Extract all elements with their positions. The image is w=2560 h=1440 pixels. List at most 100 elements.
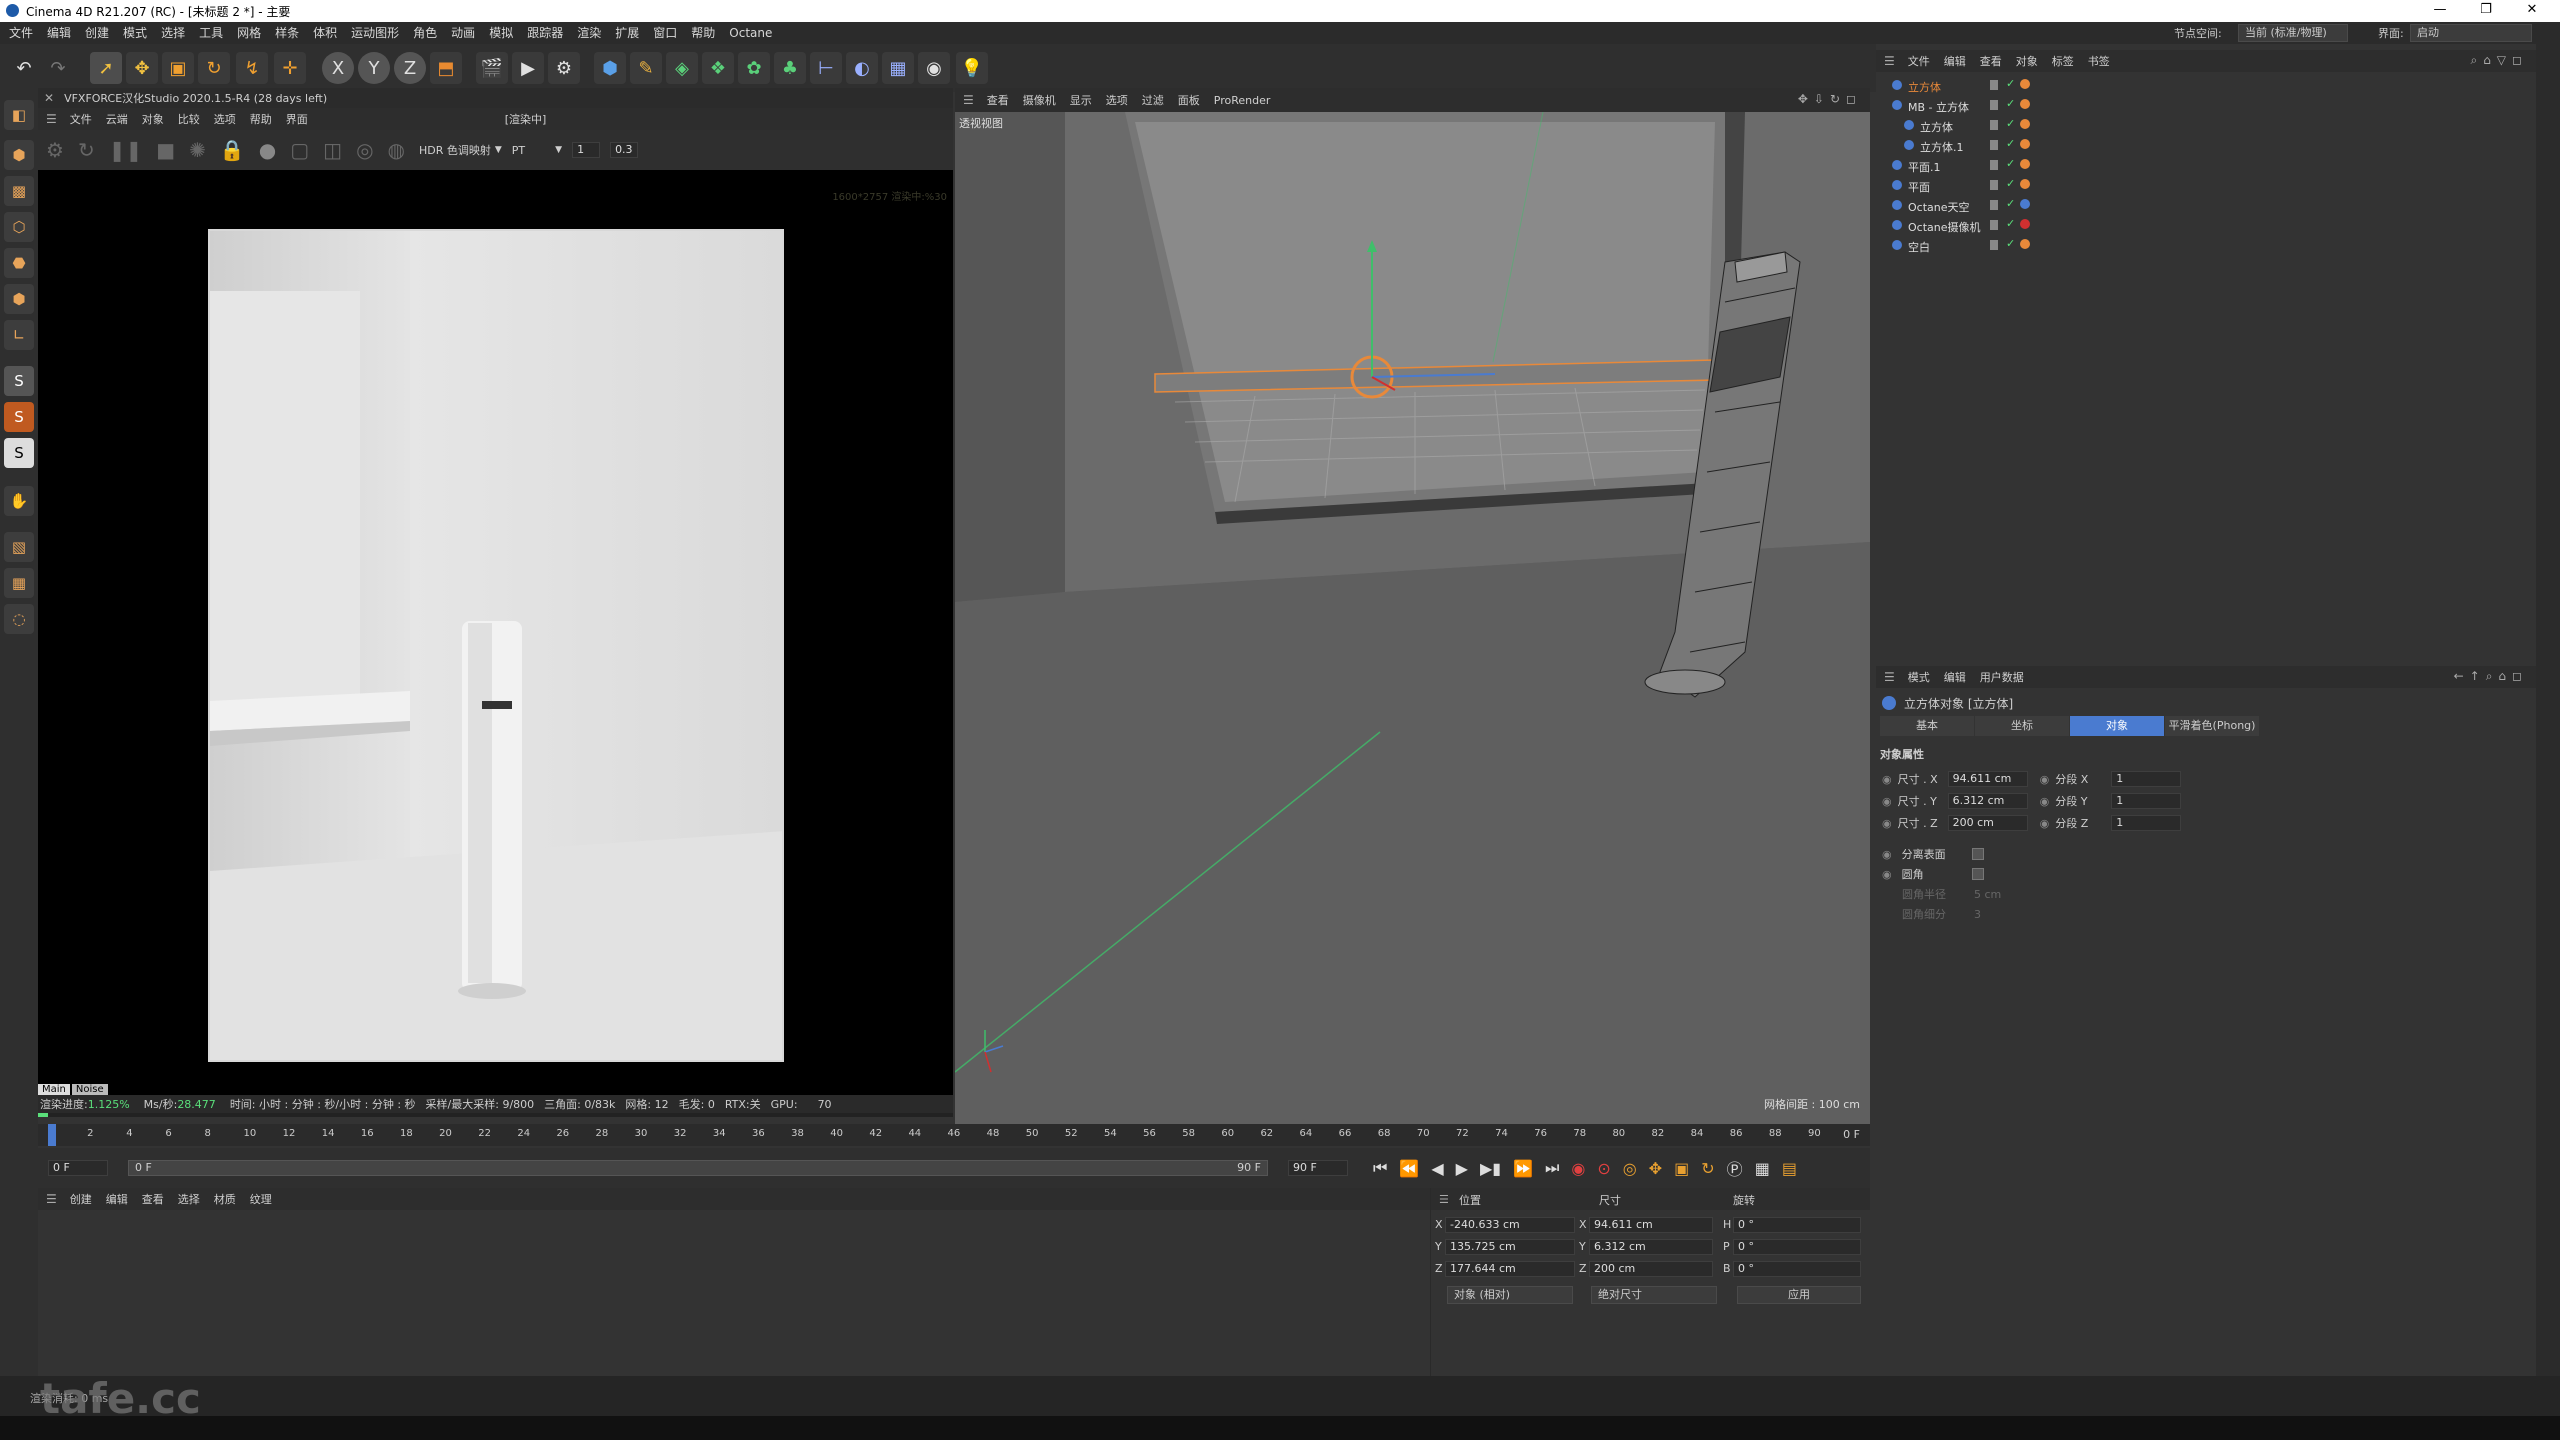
light-icon[interactable]: ◉ (918, 52, 950, 84)
region-icon[interactable]: ▢ (290, 138, 309, 162)
enabled-check-icon[interactable]: ✓ (2006, 137, 2015, 150)
tag-icon[interactable] (2020, 179, 2030, 189)
menu-item-11[interactable]: 动画 (444, 22, 482, 44)
pla-key-icon[interactable]: ▦ (1755, 1159, 1770, 1178)
enabled-check-icon[interactable]: ✓ (2006, 157, 2015, 170)
menu-item-14[interactable]: 渲染 (570, 22, 608, 44)
viewport-nav-icons[interactable]: ✥⇩↻◻ (1798, 92, 1862, 106)
value2-field[interactable]: 0.3 (610, 142, 639, 158)
enabled-check-icon[interactable]: ✓ (2006, 197, 2015, 210)
material-menu-item-2[interactable]: 查看 (135, 1191, 171, 1207)
record-icon[interactable]: ◉ (1571, 1159, 1585, 1178)
object-row[interactable]: MB - 立方体 ✓ (1880, 96, 2480, 116)
make-editable-icon[interactable]: ◧ (4, 100, 34, 130)
menu-item-0[interactable]: 文件 (2, 22, 40, 44)
tag-icon[interactable] (2020, 219, 2030, 229)
scene-icon[interactable]: ♣ (774, 52, 806, 84)
viewport-menu-item-3[interactable]: 选项 (1099, 92, 1135, 108)
axis-mode-icon[interactable]: ∟ (4, 320, 34, 350)
polygons-mode-icon[interactable]: ⬢ (4, 284, 34, 314)
rot-field[interactable]: 0 ° (1733, 1261, 1861, 1277)
material-icon[interactable]: ▦ (882, 52, 914, 84)
object-menu-item-1[interactable]: 编辑 (1937, 53, 1973, 69)
om-search-icons[interactable]: ⌕⌂▽◻ (2470, 53, 2528, 68)
visibility-icon[interactable] (1990, 240, 1998, 250)
render-menu-item-5[interactable]: 帮助 (243, 111, 279, 127)
object-menu-item-2[interactable]: 查看 (1973, 53, 2009, 69)
pen-icon[interactable]: ✎ (630, 52, 662, 84)
attribute-menu-item-0[interactable]: 模式 (1901, 669, 1937, 685)
world-coord-icon[interactable]: ⬒ (430, 52, 462, 84)
tag-icon[interactable] (2020, 199, 2030, 209)
position-key-icon[interactable]: ✥ (1649, 1159, 1662, 1178)
radio-icon[interactable]: ◉ (2040, 795, 2050, 808)
model-mode-icon[interactable]: ⬢ (4, 140, 34, 170)
tag-icon[interactable] (2020, 99, 2030, 109)
lock-workplane-icon[interactable]: ▦ (4, 568, 34, 598)
radio-icon[interactable]: ◉ (2040, 773, 2050, 786)
menu-item-3[interactable]: 模式 (116, 22, 154, 44)
edges-mode-icon[interactable]: ⬣ (4, 248, 34, 278)
menu-item-1[interactable]: 编辑 (40, 22, 78, 44)
coord-mode-dropdown[interactable]: 对象 (相对) (1447, 1286, 1573, 1304)
prev-key-icon[interactable]: ⏪ (1399, 1159, 1419, 1178)
close-icon[interactable]: ✕ (44, 91, 54, 105)
param-key-icon[interactable]: Ⓟ (1727, 1156, 1743, 1180)
chevron-down-icon[interactable]: ▼ (555, 145, 562, 155)
refresh-icon[interactable]: ↻ (78, 138, 95, 162)
visibility-icon[interactable] (1990, 200, 1998, 210)
enabled-check-icon[interactable]: ✓ (2006, 97, 2015, 110)
segments-value-field[interactable]: 1 (2111, 793, 2182, 809)
undo-icon[interactable]: ↶ (8, 52, 40, 84)
render-view-icon[interactable]: ▶ (512, 52, 544, 84)
play-icon[interactable]: ▶ (1456, 1159, 1468, 1178)
object-name[interactable]: MB - 立方体 (1908, 99, 1969, 115)
stop-icon[interactable]: ■ (156, 138, 175, 162)
menu-item-15[interactable]: 扩展 (608, 22, 646, 44)
scale-key-icon[interactable]: ▣ (1674, 1159, 1689, 1178)
menu-item-2[interactable]: 创建 (78, 22, 116, 44)
z-axis-icon[interactable]: Z (394, 52, 426, 84)
crop-icon[interactable]: ◫ (323, 138, 342, 162)
object-name[interactable]: 立方体.1 (1920, 139, 1964, 155)
add-icon[interactable]: ✛ (274, 52, 306, 84)
material-menu-item-5[interactable]: 纹理 (243, 1191, 279, 1207)
object-row[interactable]: 立方体 ✓ (1880, 116, 2480, 136)
maximize-button[interactable]: ❐ (2466, 2, 2506, 20)
snap-s3-icon[interactable]: S (4, 438, 34, 468)
object-name[interactable]: 平面.1 (1908, 159, 1941, 175)
attribute-menu-item-2[interactable]: 用户数据 (1973, 669, 2031, 685)
tonemap-dropdown[interactable]: HDR 色调映射 (419, 142, 491, 158)
settings-icon[interactable]: ⚙ (46, 138, 64, 162)
enabled-check-icon[interactable]: ✓ (2006, 237, 2015, 250)
object-name[interactable]: 平面 (1908, 179, 1930, 195)
size-field[interactable]: 6.312 cm (1589, 1239, 1713, 1255)
material-menu-item-3[interactable]: 选择 (171, 1191, 207, 1207)
cloner-icon[interactable]: ❖ (702, 52, 734, 84)
y-axis-icon[interactable]: Y (358, 52, 390, 84)
menu-item-8[interactable]: 体积 (306, 22, 344, 44)
object-name[interactable]: Octane天空 (1908, 199, 1970, 215)
viewport-menu-item-1[interactable]: 摄像机 (1016, 92, 1063, 108)
separate-surfaces-checkbox[interactable] (1971, 848, 1984, 860)
object-menu-item-3[interactable]: 对象 (2009, 53, 2045, 69)
object-menu-item-4[interactable]: 标签 (2045, 53, 2081, 69)
menu-item-18[interactable]: Octane (722, 22, 779, 44)
attribute-tab-3[interactable]: 平滑着色(Phong) (2165, 716, 2259, 736)
redo-icon[interactable]: ↷ (42, 52, 74, 84)
render-menu-item-6[interactable]: 界面 (279, 111, 315, 127)
render-menu-item-0[interactable]: 文件 (63, 111, 99, 127)
material-menu-item-1[interactable]: 编辑 (99, 1191, 135, 1207)
object-name[interactable]: 空白 (1908, 239, 1930, 255)
recent-tool-icon[interactable]: ↯ (236, 52, 268, 84)
sphere-icon[interactable]: ● (259, 138, 276, 162)
node-space-dropdown[interactable]: 当前 (标准/物理) (2238, 24, 2348, 42)
object-row[interactable]: 立方体 ✓ (1880, 76, 2480, 96)
texture-mode-icon[interactable]: ▩ (4, 176, 34, 206)
rotate-icon[interactable]: ↻ (198, 52, 230, 84)
value1-field[interactable]: 1 (572, 142, 601, 158)
viewport-menu-item-0[interactable]: 查看 (980, 92, 1016, 108)
floor-icon[interactable]: ◐ (846, 52, 878, 84)
pause-icon[interactable]: ❚❚ (109, 138, 143, 162)
timeline-ruler[interactable]: 0246810121416182022242628303234363840424… (38, 1124, 1870, 1146)
